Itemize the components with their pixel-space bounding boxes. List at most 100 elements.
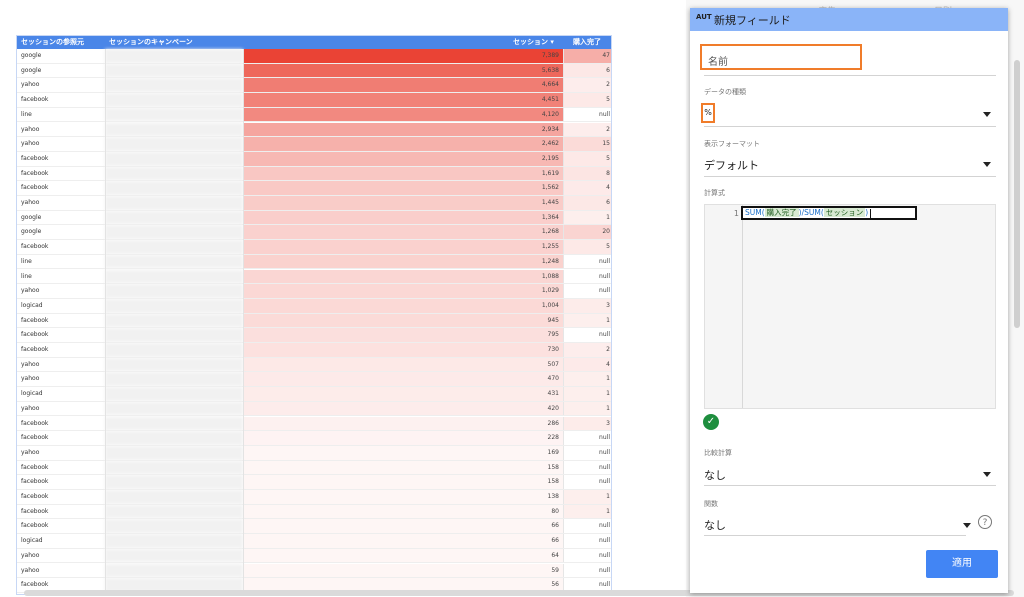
table-row[interactable]: facebook 1,619 8 [17,166,611,182]
purchases-value: 4 [606,360,610,368]
function-select[interactable]: なし [704,517,726,533]
purchases-value: 2 [606,346,610,353]
sessions-value: 2,934 [541,125,559,133]
cell-source: facebook [21,478,49,486]
cell-purchases: 1 [563,401,611,416]
table-row[interactable]: google 1,268 20 [17,225,611,241]
name-input[interactable]: 名前 [708,53,728,68]
cell-sessions: 66 [243,519,563,534]
table-row[interactable]: facebook 1,562 4 [17,181,611,196]
column-divider [105,49,106,594]
table-row[interactable]: logicad 431 1 [17,387,611,402]
formula-field-purchases[interactable]: 購入完了 [764,208,799,217]
table-row[interactable]: facebook 228 null [17,431,611,446]
display-format-dropdown-icon[interactable] [983,162,991,167]
table-row[interactable]: yahoo 59 null [17,563,611,579]
table-row[interactable]: yahoo 2,462 15 [17,137,611,152]
table-row[interactable]: logicad 1,004 3 [17,298,611,314]
cell-purchases: 6 [563,63,611,78]
table-row[interactable]: yahoo 420 1 [17,401,611,417]
header-session-campaign[interactable]: セッションのキャンペーン [109,36,193,49]
cell-purchases: 47 [563,49,611,63]
function-underline [704,535,966,536]
cell-purchases: 1 [563,490,611,504]
table-row[interactable]: yahoo 507 4 [17,357,611,373]
cell-purchases: null [563,519,611,534]
cell-sessions: 795 [243,328,563,342]
table-row[interactable]: facebook 80 1 [17,504,611,520]
data-table[interactable]: セッションの参照元 セッションのキャンペーン セッション ▾ 購入完了 goog… [16,35,612,595]
cell-sessions: 730 [243,343,563,357]
sessions-value: 4,451 [541,96,559,104]
cell-campaign-redacted [105,475,243,489]
table-row[interactable]: yahoo 4,664 2 [17,78,611,94]
table-row[interactable]: facebook 1,255 5 [17,240,611,255]
cell-sessions: 5,638 [243,63,563,78]
table-row[interactable]: logicad 66 null [17,534,611,549]
help-icon[interactable]: ? [978,515,992,529]
header-sessions[interactable]: セッション ▾ [513,36,554,49]
cell-sessions: 507 [243,357,563,372]
formula-text[interactable]: SUM(購入完了)/SUM(セッション) [741,206,917,220]
cell-campaign-redacted [105,372,243,387]
table-row[interactable]: yahoo 1,445 6 [17,196,611,211]
table-row[interactable]: facebook 795 null [17,328,611,343]
table-row[interactable]: facebook 730 2 [17,343,611,358]
display-format-select[interactable]: デフォルト [704,157,759,173]
table-row[interactable]: facebook 158 null [17,460,611,476]
table-row[interactable]: google 1,364 1 [17,210,611,226]
sessions-value: 431 [547,390,559,398]
vertical-scrollbar[interactable] [1014,60,1020,328]
table-row[interactable]: yahoo 64 null [17,548,611,564]
cell-source: facebook [21,96,49,104]
display-format-underline [704,176,996,177]
header-purchases[interactable]: 購入完了 [573,36,601,49]
header-session-source[interactable]: セッションの参照元 [21,36,84,49]
sessions-value: 2,195 [541,154,559,162]
cell-campaign-redacted [105,313,243,328]
cell-campaign-redacted [105,548,243,563]
table-row[interactable]: facebook 158 null [17,475,611,490]
table-row[interactable]: line 1,088 null [17,269,611,285]
cell-purchases: 1 [563,210,611,225]
table-row[interactable]: facebook 138 1 [17,490,611,505]
cell-campaign-redacted [105,328,243,342]
table-row[interactable]: yahoo 2,934 2 [17,122,611,138]
cell-campaign-redacted [105,181,243,195]
table-row[interactable]: facebook 4,451 5 [17,93,611,108]
function-dropdown-icon[interactable] [963,523,971,528]
data-type-select[interactable]: % [701,103,715,123]
table-row[interactable]: line 1,248 null [17,254,611,270]
table-row[interactable]: yahoo 1,029 null [17,284,611,299]
cell-campaign-redacted [105,460,243,475]
comparison-dropdown-icon[interactable] [983,472,991,477]
cell-purchases: null [563,431,611,445]
panel-header: AUT 新規フィールド [690,8,1008,31]
table-row[interactable]: facebook 945 1 [17,313,611,329]
table-row[interactable]: yahoo 470 1 [17,372,611,388]
sessions-value: 2,462 [541,140,559,148]
table-row[interactable]: facebook 286 3 [17,416,611,432]
table-row[interactable]: google 7,389 47 [17,49,611,64]
sessions-value: 138 [547,493,559,500]
table-row[interactable]: line 4,120 null [17,107,611,123]
cell-source: yahoo [21,566,40,574]
cell-campaign-redacted [105,284,243,298]
cell-sessions: 420 [243,401,563,416]
cell-source: facebook [21,169,49,177]
cell-purchases: 5 [563,151,611,166]
table-row[interactable]: facebook 66 null [17,519,611,535]
formula-field-sessions[interactable]: セッション [823,208,866,217]
comparison-select[interactable]: なし [704,467,726,483]
cell-sessions: 80 [243,504,563,519]
cell-campaign-redacted [105,534,243,548]
table-row[interactable]: facebook 2,195 5 [17,151,611,167]
cell-campaign-redacted [105,490,243,504]
apply-button[interactable]: 適用 [926,550,998,578]
table-row[interactable]: yahoo 169 null [17,445,611,461]
table-row[interactable]: google 5,638 6 [17,63,611,79]
cell-source: line [21,272,32,280]
purchases-value: 15 [602,140,610,148]
formula-editor[interactable]: 1 SUM(購入完了)/SUM(セッション) [704,204,996,409]
data-type-dropdown-icon[interactable] [983,112,991,117]
